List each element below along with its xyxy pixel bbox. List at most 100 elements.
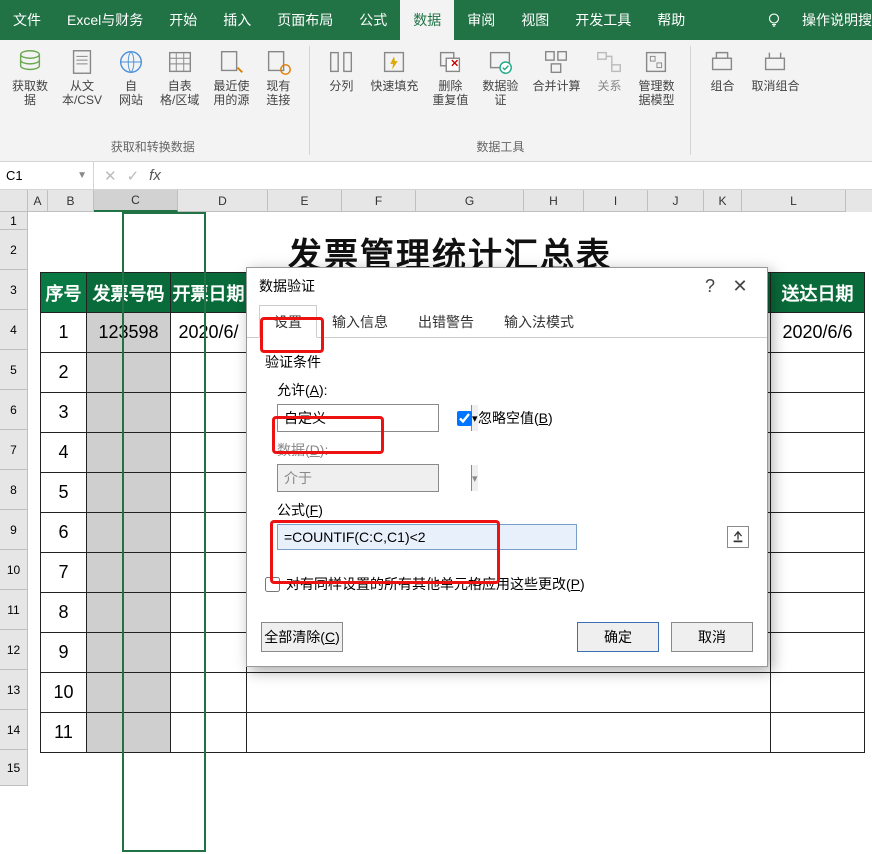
group-outline: 组合 取消组合 <box>695 40 811 161</box>
row-header-2[interactable]: 2 <box>0 230 28 270</box>
th-deliver-date: 送达日期 <box>771 273 865 313</box>
th-seq: 序号 <box>41 273 87 313</box>
tab-home[interactable]: 开始 <box>156 0 210 40</box>
btn-label: 快速填充 <box>370 79 418 93</box>
btn-label: 获取数 据 <box>12 79 48 107</box>
btn-from-web[interactable]: 自 网站 <box>110 44 152 110</box>
btn-from-csv[interactable]: 从文 本/CSV <box>56 44 108 110</box>
col-header-K[interactable]: K <box>704 190 742 212</box>
btn-label: 删除 重复值 <box>432 79 468 107</box>
apply-to-others-checkbox[interactable]: 对有同样设置的所有其他单元格应用这些更改(P) <box>265 574 749 594</box>
btn-existing-connections[interactable]: 现有 连接 <box>257 44 299 110</box>
dtab-settings[interactable]: 设置 <box>259 305 317 338</box>
apply-label: 对有同样设置的所有其他单元格应用这些更改(P) <box>286 574 585 594</box>
tab-insert[interactable]: 插入 <box>210 0 264 40</box>
col-header-B[interactable]: B <box>48 190 94 212</box>
select-all-corner[interactable] <box>0 190 28 212</box>
dtab-input-message[interactable]: 输入信息 <box>317 305 403 338</box>
split-columns-icon <box>326 47 356 77</box>
col-header-G[interactable]: G <box>416 190 524 212</box>
btn-text-to-columns[interactable]: 分列 <box>320 44 362 110</box>
col-header-C[interactable]: C <box>94 190 178 212</box>
dtab-error-alert[interactable]: 出错警告 <box>403 305 489 338</box>
btn-label: 自 网站 <box>119 79 143 107</box>
btn-consolidate[interactable]: 合并计算 <box>526 44 586 110</box>
btn-data-model[interactable]: 管理数 据模型 <box>632 44 680 110</box>
col-header-L[interactable]: L <box>742 190 846 212</box>
btn-recent-sources[interactable]: 最近使 用的源 <box>207 44 255 110</box>
row-header-1[interactable]: 1 <box>0 212 28 230</box>
ribbon-separator <box>309 46 310 155</box>
row-header-7[interactable]: 7 <box>0 430 28 470</box>
tab-page-layout[interactable]: 页面布局 <box>264 0 346 40</box>
btn-data-validation[interactable]: 数据验 证 <box>476 44 524 110</box>
collapse-dialog-icon[interactable] <box>727 526 749 548</box>
ignore-blank-input[interactable] <box>457 411 472 426</box>
formula-field[interactable] <box>277 524 577 550</box>
allow-value <box>278 405 471 431</box>
row-header-12[interactable]: 12 <box>0 630 28 670</box>
formula-input[interactable] <box>171 162 872 189</box>
row-header-14[interactable]: 14 <box>0 710 28 750</box>
group-get-transform: 获取数 据 从文 本/CSV 自 网站 自表 格/区域 最近使 用的源 现有 连… <box>0 40 305 161</box>
tab-help[interactable]: 帮助 <box>644 0 698 40</box>
col-header-I[interactable]: I <box>584 190 648 212</box>
row-header-11[interactable]: 11 <box>0 590 28 630</box>
btn-label: 从文 本/CSV <box>62 79 102 107</box>
col-header-A[interactable]: A <box>28 190 48 212</box>
row-header-4[interactable]: 4 <box>0 310 28 350</box>
data-validation-dialog: 数据验证 ? ✕ 设置 输入信息 出错警告 输入法模式 验证条件 允许(A): … <box>246 267 768 667</box>
col-header-E[interactable]: E <box>268 190 342 212</box>
btn-remove-duplicates[interactable]: 删除 重复值 <box>426 44 474 110</box>
ok-button[interactable]: 确定 <box>577 622 659 652</box>
tab-view[interactable]: 视图 <box>508 0 562 40</box>
row-header-5[interactable]: 5 <box>0 350 28 390</box>
btn-relationships[interactable]: 关系 <box>588 44 630 110</box>
tab-data[interactable]: 数据 <box>400 0 454 40</box>
btn-label: 最近使 用的源 <box>213 79 249 107</box>
row-header-8[interactable]: 8 <box>0 470 28 510</box>
ignore-blank-checkbox[interactable]: 忽略空值(B) <box>457 408 553 428</box>
btn-from-table[interactable]: 自表 格/区域 <box>154 44 205 110</box>
btn-ungroup[interactable]: 取消组合 <box>745 44 805 96</box>
tab-excel-finance[interactable]: Excel与财务 <box>54 0 156 40</box>
tab-review[interactable]: 审阅 <box>454 0 508 40</box>
dtab-ime-mode[interactable]: 输入法模式 <box>489 305 589 338</box>
row-header-15[interactable]: 15 <box>0 750 28 786</box>
row-header-10[interactable]: 10 <box>0 550 28 590</box>
btn-flash-fill[interactable]: 快速填充 <box>364 44 424 110</box>
ribbon-body: 获取数 据 从文 本/CSV 自 网站 自表 格/区域 最近使 用的源 现有 连… <box>0 40 872 162</box>
allow-select[interactable]: ▾ <box>277 404 439 432</box>
clear-all-button[interactable]: 全部清除(C) <box>261 622 343 652</box>
tab-formulas[interactable]: 公式 <box>346 0 400 40</box>
btn-label: 分列 <box>329 79 353 93</box>
row-header-13[interactable]: 13 <box>0 670 28 710</box>
col-header-J[interactable]: J <box>648 190 704 212</box>
data-model-icon <box>641 47 671 77</box>
apply-input[interactable] <box>265 577 280 592</box>
table-icon <box>165 47 195 77</box>
cancel-icon[interactable]: ✕ <box>104 167 117 185</box>
close-button[interactable]: ✕ <box>725 276 755 297</box>
name-box[interactable]: C1 ▼ <box>0 162 94 189</box>
col-header-D[interactable]: D <box>178 190 268 212</box>
col-header-F[interactable]: F <box>342 190 416 212</box>
check-icon[interactable]: ✓ <box>127 167 140 185</box>
row-header-9[interactable]: 9 <box>0 510 28 550</box>
table-row: 11 <box>41 713 865 753</box>
cancel-button[interactable]: 取消 <box>671 622 753 652</box>
th-invoice: 发票号码 <box>87 273 171 313</box>
tell-me[interactable]: 操作说明搜 <box>789 0 872 40</box>
col-header-H[interactable]: H <box>524 190 584 212</box>
tab-developer[interactable]: 开发工具 <box>562 0 644 40</box>
tab-file[interactable]: 文件 <box>0 0 54 40</box>
ungroup-icon <box>760 47 790 77</box>
row-header-6[interactable]: 6 <box>0 390 28 430</box>
btn-group[interactable]: 组合 <box>701 44 743 96</box>
row-header-3[interactable]: 3 <box>0 270 28 310</box>
help-button[interactable]: ? <box>695 276 725 297</box>
btn-get-data[interactable]: 获取数 据 <box>6 44 54 110</box>
row-headers: 1 2 3 4 5 6 7 8 9 10 11 12 13 14 15 <box>0 212 28 852</box>
allow-label: 允许(A): <box>277 380 749 400</box>
fx-icon[interactable]: fx <box>149 167 161 184</box>
